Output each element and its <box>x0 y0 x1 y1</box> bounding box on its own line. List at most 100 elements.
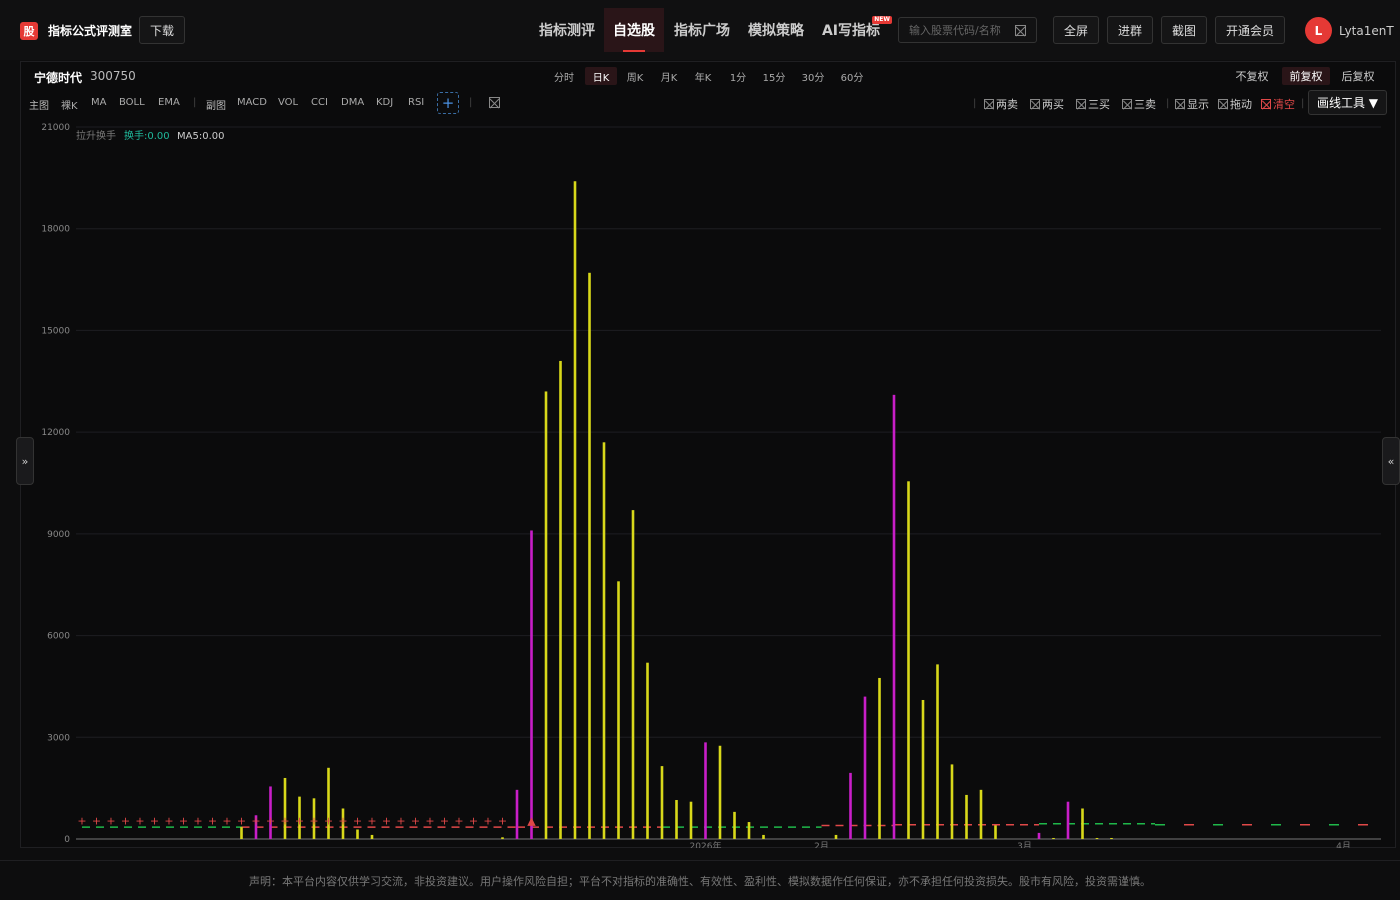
period-30min[interactable]: 30分 <box>798 67 828 85</box>
volume-bar[interactable] <box>1037 832 1041 839</box>
username[interactable]: Lyta1enT <box>1339 24 1394 38</box>
search-icon[interactable] <box>1015 25 1026 36</box>
option-show[interactable]: 显示 <box>1175 96 1209 112</box>
tab-simulated-strategy[interactable]: 模拟策略 <box>742 8 810 52</box>
period-1min[interactable]: 1分 <box>724 67 752 85</box>
indicator-dma[interactable]: DMA <box>341 97 364 108</box>
volume-bar[interactable] <box>979 789 983 839</box>
volume-bar[interactable] <box>747 822 751 839</box>
adjust-forward[interactable]: 前复权 <box>1282 67 1330 85</box>
volume-bar[interactable] <box>863 696 867 839</box>
option-three-buy[interactable]: 三买 <box>1076 96 1110 112</box>
volume-bar[interactable] <box>530 530 533 839</box>
volume-bar[interactable] <box>515 789 519 839</box>
volume-bar[interactable] <box>544 391 548 839</box>
right-collapse-toggle[interactable]: « <box>1382 437 1400 485</box>
volume-bar[interactable] <box>1110 837 1113 839</box>
search-input[interactable] <box>899 18 1009 42</box>
volume-bar[interactable] <box>602 442 606 839</box>
tab-indicator-review[interactable]: 指标测评 <box>533 8 601 52</box>
volume-bar[interactable] <box>921 699 925 839</box>
period-intraday[interactable]: 分时 <box>549 67 579 85</box>
volume-bar[interactable] <box>327 767 330 839</box>
volume-bar[interactable] <box>269 786 272 839</box>
vip-button[interactable]: 开通会员 <box>1215 16 1285 44</box>
volume-bar[interactable] <box>631 510 635 839</box>
avatar[interactable]: L <box>1305 17 1332 44</box>
divider: | <box>1301 98 1305 109</box>
option-three-sell[interactable]: 三卖 <box>1122 96 1156 112</box>
volume-bar[interactable] <box>878 677 881 839</box>
volume-bar[interactable] <box>646 662 649 839</box>
period-weekly[interactable]: 周K <box>621 67 649 85</box>
period-monthly[interactable]: 月K <box>655 67 683 85</box>
volume-bar[interactable] <box>573 181 577 839</box>
volume-bar[interactable] <box>501 837 504 839</box>
left-collapse-toggle[interactable]: » <box>16 437 34 485</box>
volume-bar[interactable] <box>356 829 359 839</box>
volume-bar[interactable] <box>965 794 968 839</box>
indicator-ma[interactable]: MA <box>91 97 106 108</box>
clear-indicator-icon[interactable] <box>489 97 500 108</box>
screenshot-button[interactable]: 截图 <box>1161 16 1207 44</box>
y-tick-label: 21000 <box>41 123 70 133</box>
option-drag[interactable]: 拖动 <box>1218 96 1252 112</box>
volume-bar[interactable] <box>762 834 765 839</box>
download-button[interactable]: 下载 <box>139 16 185 44</box>
period-15min[interactable]: 15分 <box>759 67 789 85</box>
volume-bar[interactable] <box>1052 837 1055 839</box>
volume-bar[interactable] <box>660 766 664 839</box>
volume-bar[interactable] <box>718 745 722 839</box>
signal-marker: + <box>353 814 362 827</box>
indicator-naked-k[interactable]: 裸K <box>61 97 78 112</box>
volume-bar[interactable] <box>240 827 243 839</box>
volume-bar[interactable] <box>733 811 736 839</box>
option-clear[interactable]: 清空 <box>1261 96 1295 112</box>
draw-tools-button[interactable]: 画线工具 ▼ <box>1308 90 1387 115</box>
option-label: 清空 <box>1273 98 1295 111</box>
volume-bar[interactable] <box>1066 801 1070 839</box>
stock-search[interactable] <box>898 17 1037 43</box>
volume-bar[interactable] <box>370 834 374 839</box>
indicator-ema[interactable]: EMA <box>158 97 180 108</box>
volume-bar[interactable] <box>907 481 910 839</box>
period-daily[interactable]: 日K <box>585 67 617 85</box>
top-bar: 股 指标公式评测室 下载 指标测评 自选股 指标广场 模拟策略 AI写指标 NE… <box>0 0 1400 60</box>
tab-watchlist[interactable]: 自选股 <box>604 8 664 52</box>
volume-bar[interactable] <box>936 664 939 839</box>
volume-bar[interactable] <box>994 825 997 839</box>
volume-bar[interactable] <box>689 801 693 839</box>
tab-indicator-square[interactable]: 指标广场 <box>668 8 736 52</box>
option-two-buy[interactable]: 两买 <box>1030 96 1064 112</box>
indicator-boll[interactable]: BOLL <box>119 97 145 108</box>
indicator-kdj[interactable]: KDJ <box>376 97 393 108</box>
volume-bar[interactable] <box>950 764 954 839</box>
tab-ai-indicator[interactable]: AI写指标 NEW <box>818 8 892 52</box>
volume-bar[interactable] <box>704 742 707 839</box>
volume-bar[interactable] <box>1095 837 1099 839</box>
volume-bar[interactable] <box>559 360 562 839</box>
volume-bar[interactable] <box>1081 808 1084 839</box>
indicator-macd[interactable]: MACD <box>237 97 267 108</box>
period-yearly[interactable]: 年K <box>689 67 717 85</box>
volume-bar[interactable] <box>588 272 591 839</box>
join-group-button[interactable]: 进群 <box>1107 16 1153 44</box>
fullscreen-button[interactable]: 全屏 <box>1053 16 1099 44</box>
volume-bar[interactable] <box>617 581 620 839</box>
adjust-backward[interactable]: 后复权 <box>1338 67 1378 85</box>
volume-bar[interactable] <box>834 834 838 839</box>
indicator-cci[interactable]: CCI <box>311 97 328 108</box>
volume-bar[interactable] <box>283 777 287 839</box>
volume-bar[interactable] <box>849 772 852 839</box>
volume-bar[interactable] <box>892 394 896 839</box>
volume-bar[interactable] <box>675 800 678 839</box>
indicator-rsi[interactable]: RSI <box>408 97 424 108</box>
indicator-vol[interactable]: VOL <box>278 97 298 108</box>
adjust-none[interactable]: 不复权 <box>1232 67 1272 85</box>
new-badge: NEW <box>872 16 892 24</box>
add-indicator-button[interactable]: + <box>437 92 459 114</box>
period-60min[interactable]: 60分 <box>836 67 868 85</box>
x-tick-label: 4月 <box>1336 841 1351 848</box>
option-two-sell[interactable]: 两卖 <box>984 96 1018 112</box>
volume-chart[interactable]: 0 3000 6000 9000 12000 15000 18000 21000 2026年 2月… <box>21 118 1395 848</box>
